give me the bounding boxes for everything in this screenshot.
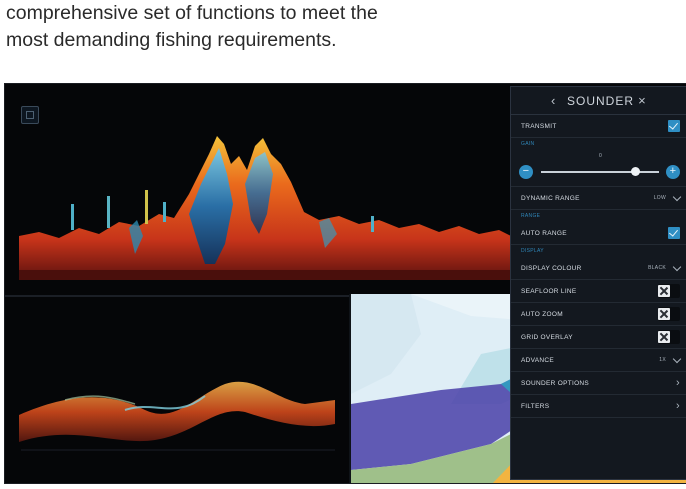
caption-text: comprehensive set of functions to meet t… bbox=[6, 0, 426, 54]
gain-slider-row: 0 − + bbox=[511, 150, 686, 187]
caption-line-1: comprehensive set of functions to meet t… bbox=[6, 2, 378, 24]
dynamic-range-value: LOW bbox=[653, 195, 666, 201]
transmit-label: TRANSMIT bbox=[521, 122, 557, 130]
panel-title: SOUNDER bbox=[566, 93, 634, 108]
chevron-right-icon[interactable]: › bbox=[676, 377, 680, 389]
sonar-echogram-bottom bbox=[19, 381, 335, 451]
grid-overlay-row[interactable]: GRID OVERLAY bbox=[511, 326, 686, 349]
grid-overlay-checkbox[interactable] bbox=[658, 331, 670, 343]
auto-range-label: AUTO RANGE bbox=[521, 229, 567, 237]
transmit-row[interactable]: TRANSMIT bbox=[511, 115, 686, 138]
pane-menu-icon[interactable] bbox=[21, 106, 39, 124]
chevron-right-icon[interactable]: › bbox=[676, 400, 680, 412]
display-colour-value: BLACK bbox=[648, 265, 666, 271]
panel-header: ‹ SOUNDER × bbox=[511, 87, 686, 115]
display-colour-row[interactable]: DISPLAY COLOUR BLACK bbox=[511, 257, 686, 280]
sonar-echogram-top bbox=[19, 136, 511, 280]
display-colour-label: DISPLAY COLOUR bbox=[521, 264, 582, 272]
advance-value: 1X bbox=[659, 357, 666, 363]
chevron-down-icon[interactable] bbox=[672, 262, 682, 271]
gain-slider-handle[interactable] bbox=[631, 167, 641, 176]
auto-zoom-checkbox[interactable] bbox=[658, 308, 670, 320]
range-section-label: RANGE bbox=[521, 213, 541, 219]
close-icon[interactable]: × bbox=[638, 93, 646, 108]
auto-range-row[interactable]: AUTO RANGE bbox=[511, 222, 686, 245]
gain-increase-button[interactable]: + bbox=[666, 165, 680, 179]
auto-range-checkbox[interactable] bbox=[668, 227, 680, 239]
filters-label: FILTERS bbox=[521, 402, 550, 410]
seafloor-line-row[interactable]: SEAFLOOR LINE bbox=[511, 280, 686, 303]
caption-line-2: most demanding fishing requirements. bbox=[6, 29, 337, 51]
auto-zoom-toggle[interactable] bbox=[658, 307, 680, 321]
filters-row[interactable]: FILTERS › bbox=[511, 395, 686, 418]
display-section-label: DISPLAY bbox=[521, 248, 544, 254]
sounder-screen: ‹ SOUNDER × TRANSMIT GAIN 0 − + DYNAMIC … bbox=[4, 83, 686, 484]
grid-overlay-toggle[interactable] bbox=[658, 330, 680, 344]
auto-zoom-label: AUTO ZOOM bbox=[521, 310, 563, 318]
advance-label: ADVANCE bbox=[521, 356, 555, 364]
gain-value: 0 bbox=[599, 153, 603, 159]
seafloor-line-label: SEAFLOOR LINE bbox=[521, 287, 577, 295]
dynamic-range-label: DYNAMIC RANGE bbox=[521, 194, 580, 202]
panel-footer-area bbox=[511, 435, 686, 479]
grid-overlay-label: GRID OVERLAY bbox=[521, 333, 573, 341]
chevron-down-icon[interactable] bbox=[672, 192, 682, 201]
seafloor-line-toggle[interactable] bbox=[658, 284, 680, 298]
chevron-left-icon[interactable]: ‹ bbox=[551, 93, 556, 108]
auto-zoom-row[interactable]: AUTO ZOOM bbox=[511, 303, 686, 326]
advance-row[interactable]: ADVANCE 1X bbox=[511, 349, 686, 372]
sounder-settings-panel: ‹ SOUNDER × TRANSMIT GAIN 0 − + DYNAMIC … bbox=[510, 86, 686, 480]
gain-section-label: GAIN bbox=[521, 141, 535, 147]
sounder-options-row[interactable]: SOUNDER OPTIONS › bbox=[511, 372, 686, 395]
dynamic-range-row[interactable]: DYNAMIC RANGE LOW bbox=[511, 187, 686, 210]
gain-slider-track[interactable] bbox=[541, 171, 659, 173]
gain-decrease-button[interactable]: − bbox=[519, 165, 533, 179]
sounder-options-label: SOUNDER OPTIONS bbox=[521, 379, 590, 387]
transmit-checkbox[interactable] bbox=[668, 120, 680, 132]
seafloor-line-checkbox[interactable] bbox=[658, 285, 670, 297]
chevron-down-icon[interactable] bbox=[672, 354, 682, 363]
